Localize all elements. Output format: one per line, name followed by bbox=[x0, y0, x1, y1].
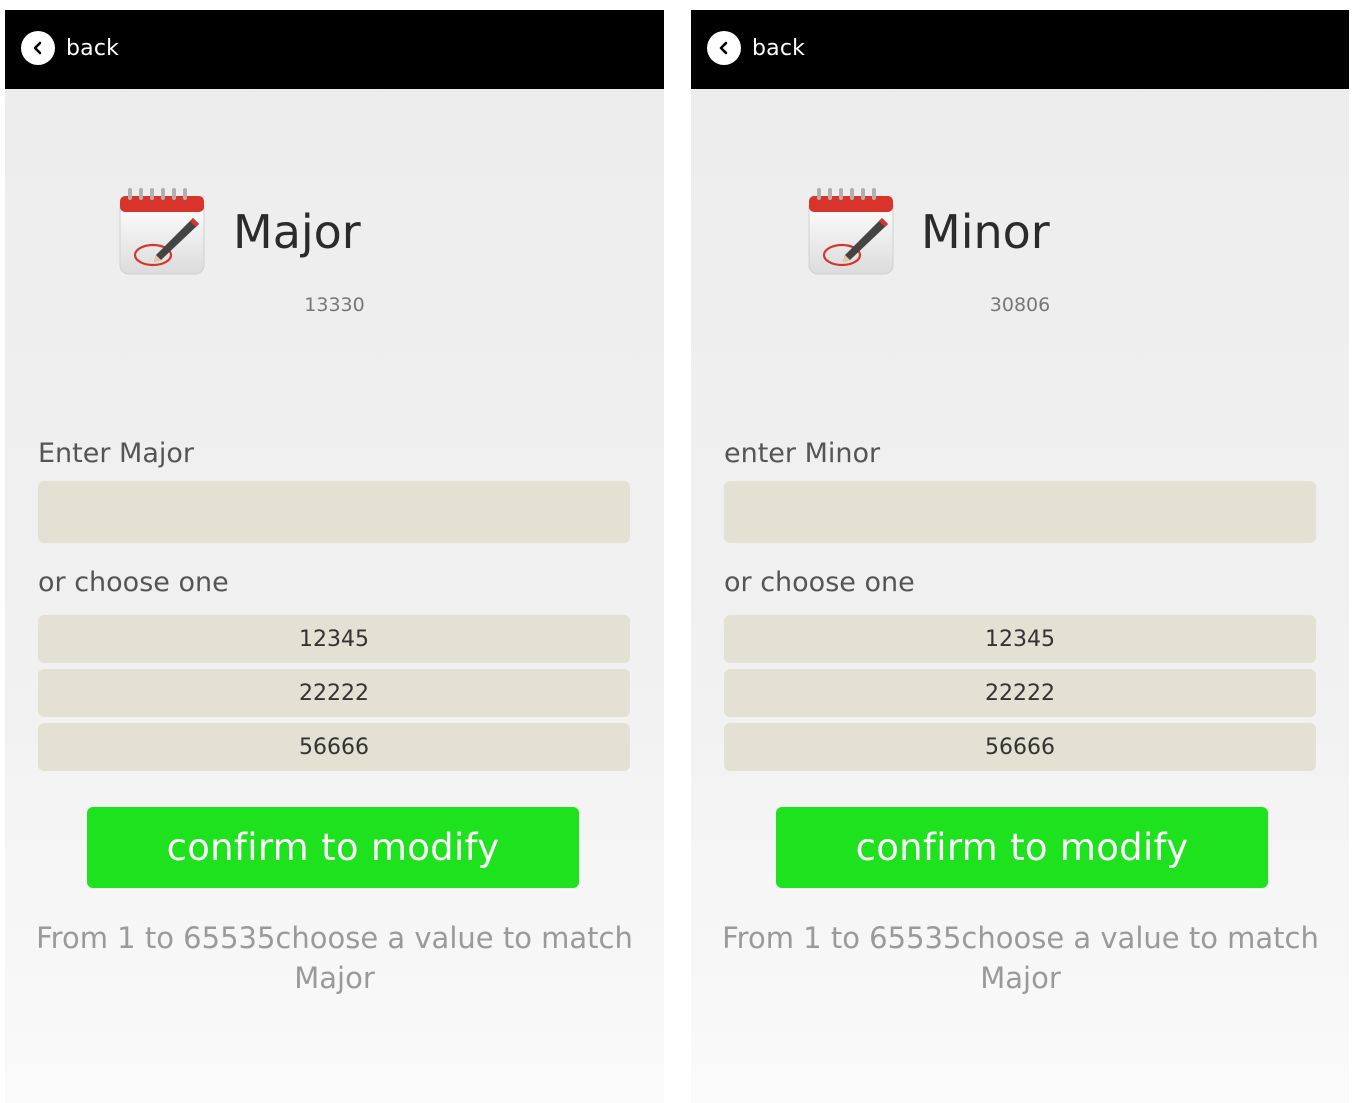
back-label: back bbox=[66, 35, 120, 61]
chevron-left-icon bbox=[21, 31, 55, 65]
header-title: Major bbox=[233, 205, 361, 259]
header-title: Minor bbox=[921, 205, 1050, 259]
option-item[interactable]: 12345 bbox=[724, 615, 1316, 663]
current-value: 30806 bbox=[691, 294, 1349, 316]
back-button[interactable]: back bbox=[21, 28, 119, 68]
option-item[interactable]: 56666 bbox=[38, 723, 630, 771]
back-button[interactable]: back bbox=[707, 28, 805, 68]
stage: back Major 13330 Enter Major or choose o… bbox=[0, 0, 1352, 1103]
choose-label: or choose one bbox=[724, 567, 915, 598]
top-bar: back bbox=[691, 10, 1349, 89]
option-item[interactable]: 12345 bbox=[38, 615, 630, 663]
current-value: 13330 bbox=[5, 294, 664, 316]
top-bar: back bbox=[5, 10, 664, 89]
value-input[interactable] bbox=[38, 481, 630, 543]
confirm-button[interactable]: confirm to modify bbox=[87, 807, 579, 888]
value-input[interactable] bbox=[724, 481, 1316, 543]
minor-screen: back Minor 30806 enter Minor or choose o… bbox=[691, 10, 1349, 1103]
back-label: back bbox=[752, 35, 806, 61]
current-value-text: 13330 bbox=[304, 294, 365, 316]
confirm-button[interactable]: confirm to modify bbox=[776, 807, 1268, 888]
option-item[interactable]: 56666 bbox=[724, 723, 1316, 771]
major-screen: back Major 13330 Enter Major or choose o… bbox=[5, 10, 664, 1103]
current-value-text: 30806 bbox=[989, 294, 1051, 316]
range-hint: From 1 to 65535choose a value to match M… bbox=[722, 921, 1319, 995]
option-item[interactable]: 22222 bbox=[38, 669, 630, 717]
chevron-left-icon bbox=[707, 31, 741, 65]
range-hint: From 1 to 65535choose a value to match M… bbox=[36, 921, 633, 995]
notepad-pen-icon bbox=[117, 184, 207, 276]
notepad-pen-icon bbox=[806, 184, 896, 276]
enter-label: Enter Major bbox=[38, 438, 195, 469]
enter-label: enter Minor bbox=[724, 438, 881, 469]
option-item[interactable]: 22222 bbox=[724, 669, 1316, 717]
choose-label: or choose one bbox=[38, 567, 229, 598]
